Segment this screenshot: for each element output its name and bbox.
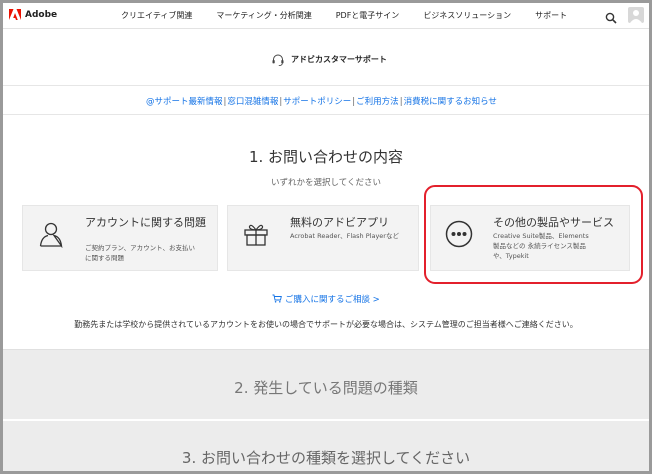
nav-link-business[interactable]: ビジネスソリューション [423, 10, 511, 21]
link-support-policy[interactable]: サポートポリシー [283, 97, 351, 107]
link-latest-info[interactable]: @サポート最新情報 [146, 97, 223, 107]
adobe-logo-icon [9, 9, 21, 21]
user-icon [37, 220, 65, 249]
search-icon[interactable] [605, 9, 617, 24]
link-tax-notice[interactable]: 消費税に関するお知らせ [404, 97, 497, 107]
adobe-brand[interactable]: Adobe [9, 9, 57, 21]
support-links: @サポート最新情報|窓口混雑情報|サポートポリシー|ご利用方法|消費税に関するお… [146, 95, 497, 107]
enterprise-notice: 勤務先または学校から提供されているアカウントをお使いの場合でサポートが必要な場合… [74, 320, 578, 329]
support-header: アドビカスタマーサポート [3, 30, 649, 86]
section3-title: 3. お問い合わせの種類を選択してください [181, 449, 471, 467]
gift-icon [242, 220, 270, 248]
card-title: アカウントに関する問題 [85, 216, 206, 229]
purchase-link-label: ご購入に関するご相談 > [284, 295, 380, 305]
purchase-consult-link[interactable]: ご購入に関するご相談 > [3, 293, 649, 305]
nav-link-marketing[interactable]: マーケティング・分析関連 [216, 10, 311, 21]
support-link-bar: @サポート最新情報|窓口混雑情報|サポートポリシー|ご利用方法|消費税に関するお… [3, 87, 649, 115]
headset-icon [271, 52, 285, 67]
card-description: Acrobat Reader、Flash Playerなど [290, 232, 399, 240]
nav-link-support[interactable]: サポート [535, 10, 567, 21]
top-navigation: Adobe クリエイティブ関連 マーケティング・分析関連 PDFと電子サイン ビ… [3, 3, 649, 29]
nav-link-creative[interactable]: クリエイティブ関連 [121, 10, 192, 21]
card-free-apps[interactable]: 無料のアドビアプリ Acrobat Reader、Flash Playerなど [227, 205, 419, 271]
link-separator: | [223, 97, 227, 107]
link-congestion[interactable]: 窓口混雑情報 [227, 97, 278, 107]
card-title: 無料のアドビアプリ [290, 216, 389, 229]
avatar[interactable] [628, 7, 644, 23]
cart-icon [272, 294, 285, 305]
section1-title: 1. お問い合わせの内容 [248, 148, 404, 166]
link-separator: | [399, 97, 403, 107]
section3-collapsed[interactable]: 3. お問い合わせの種類を選択してください [3, 420, 649, 471]
card-account-issues[interactable]: アカウントに関する問題 ご契約プラン、アカウント、お支払いに関する問題 [22, 205, 218, 271]
selection-highlight [424, 185, 643, 284]
brand-name: Adobe [25, 10, 58, 20]
support-title: アドビカスタマーサポート [291, 54, 387, 64]
link-separator: | [352, 97, 356, 107]
card-description: ご契約プラン、アカウント、お支払いに関する問題 [85, 244, 195, 262]
link-how-to-use[interactable]: ご利用方法 [356, 97, 399, 107]
nav-link-pdf[interactable]: PDFと電子サイン [336, 10, 400, 21]
link-separator: | [279, 97, 283, 107]
section2-collapsed[interactable]: 2. 発生している問題の種類 [3, 349, 649, 419]
nav-links: クリエイティブ関連 マーケティング・分析関連 PDFと電子サイン ビジネスソリュ… [121, 10, 591, 21]
page-frame: Adobe クリエイティブ関連 マーケティング・分析関連 PDFと電子サイン ビ… [0, 0, 652, 474]
support-title-group: アドビカスタマーサポート [271, 52, 387, 67]
section2-title: 2. 発生している問題の種類 [234, 379, 418, 397]
